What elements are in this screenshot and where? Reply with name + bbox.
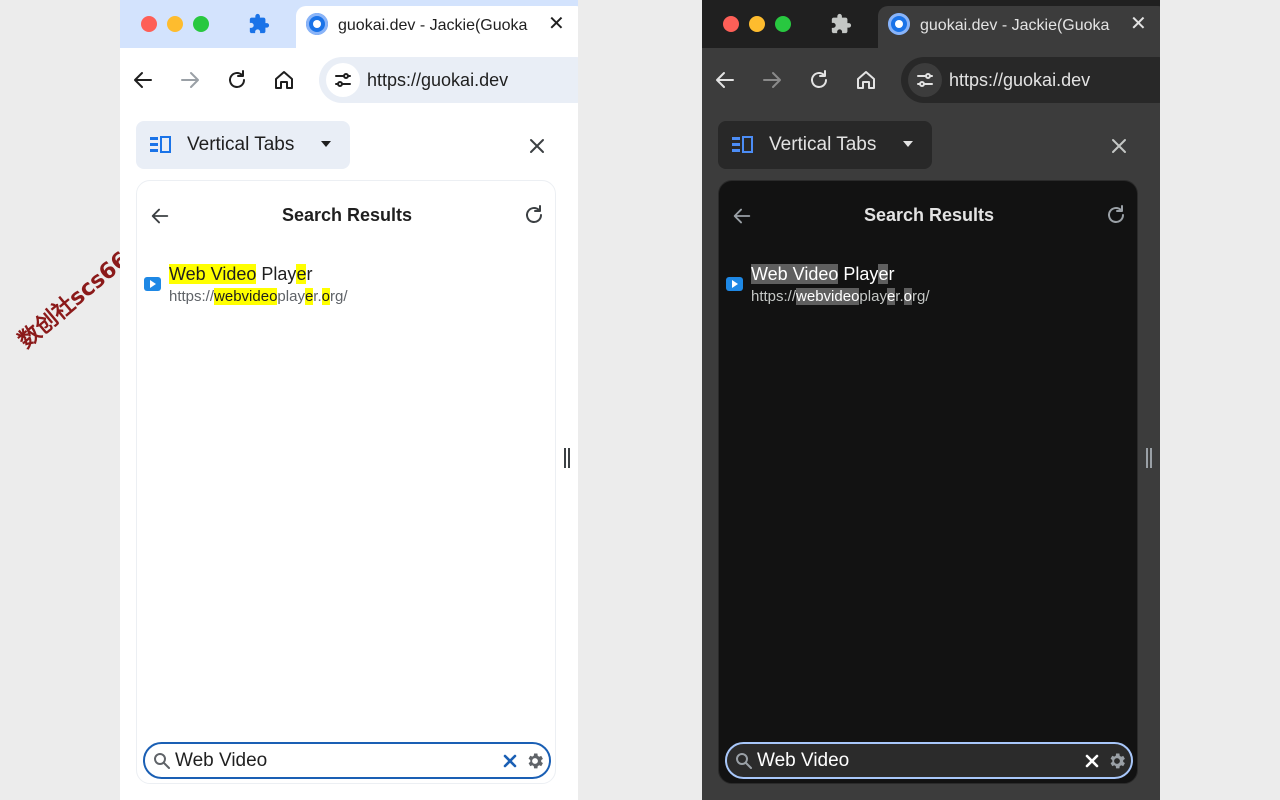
clear-search-icon[interactable]: [1085, 754, 1099, 768]
home-icon[interactable]: [272, 68, 296, 92]
side-panel-selector[interactable]: Vertical Tabs: [136, 121, 350, 169]
tab-guokai[interactable]: guokai.dev - Jackie(Guokai Han) ✕: [296, 6, 578, 48]
result-title: Web Video Player: [169, 264, 313, 284]
tab-strip: guokai.dev - Jackie(Guokai Han) ✕: [702, 0, 1160, 48]
vertical-tabs-icon: [732, 135, 754, 160]
minimize-window-button[interactable]: [749, 16, 765, 32]
side-panel-label: Vertical Tabs: [769, 134, 877, 155]
chevron-down-icon: [321, 141, 331, 147]
url-text: https://guokai.dev: [949, 70, 1091, 90]
panel-resize-handle[interactable]: [1145, 448, 1153, 470]
forward-arrow-icon[interactable]: [178, 68, 202, 92]
light-browser-window: guokai.dev - Jackie(Guokai Han) ✕ https:…: [120, 0, 578, 800]
site-info-tune-icon[interactable]: [326, 63, 360, 97]
search-results-card: Search Results Web Video Player https://…: [136, 180, 556, 784]
chevron-down-icon: [903, 141, 913, 147]
close-panel-icon[interactable]: [1109, 136, 1129, 156]
vertical-tabs-icon: [150, 135, 172, 160]
search-results-card: Search Results Web Video Player https://…: [718, 180, 1138, 784]
close-panel-icon[interactable]: [527, 136, 547, 156]
search-input[interactable]: [757, 749, 1047, 773]
forward-arrow-icon[interactable]: [760, 68, 784, 92]
watermark: 数创社scs66: [13, 247, 135, 354]
tab-title: guokai.dev - Jackie(Guokai Han): [920, 17, 1110, 34]
close-tab-icon[interactable]: ✕: [1130, 13, 1147, 35]
back-arrow-icon[interactable]: [131, 68, 155, 92]
home-icon[interactable]: [854, 68, 878, 92]
site-info-tune-icon[interactable]: [908, 63, 942, 97]
search-result-item[interactable]: Web Video Player https://webvideoplayer.…: [144, 261, 544, 311]
site-favicon-icon: [888, 13, 910, 35]
search-input[interactable]: [175, 749, 465, 773]
maximize-window-button[interactable]: [775, 16, 791, 32]
refresh-icon[interactable]: [522, 203, 546, 227]
reload-icon[interactable]: [807, 68, 831, 92]
tab-strip: guokai.dev - Jackie(Guokai Han) ✕: [120, 0, 578, 48]
search-icon: [153, 752, 171, 770]
address-bar[interactable]: https://guokai.dev: [901, 57, 1160, 103]
tab-title: guokai.dev - Jackie(Guokai Han): [338, 17, 528, 34]
panel-resize-handle[interactable]: [563, 448, 571, 470]
close-window-button[interactable]: [723, 16, 739, 32]
close-tab-icon[interactable]: ✕: [548, 13, 565, 35]
extensions-puzzle-icon[interactable]: [830, 13, 852, 35]
result-url: https://webvideoplayer.org/: [751, 288, 930, 305]
side-panel-selector[interactable]: Vertical Tabs: [718, 121, 932, 169]
extensions-puzzle-icon[interactable]: [248, 13, 270, 35]
video-player-favicon-icon: [726, 277, 743, 291]
address-bar[interactable]: https://guokai.dev: [319, 57, 578, 103]
refresh-icon[interactable]: [1104, 203, 1128, 227]
page-title: Search Results: [863, 205, 995, 225]
tab-guokai[interactable]: guokai.dev - Jackie(Guokai Han) ✕: [878, 6, 1160, 48]
site-favicon-icon: [306, 13, 328, 35]
side-panel-label: Vertical Tabs: [187, 134, 295, 155]
gear-icon[interactable]: [1107, 751, 1127, 771]
video-player-favicon-icon: [144, 277, 161, 291]
search-box: [725, 742, 1133, 779]
search-result-item[interactable]: Web Video Player https://webvideoplayer.…: [726, 261, 1126, 311]
minimize-window-button[interactable]: [167, 16, 183, 32]
gear-icon[interactable]: [525, 751, 545, 771]
page-title: Search Results: [281, 205, 413, 225]
search-box: [143, 742, 551, 779]
back-arrow-icon[interactable]: [713, 68, 737, 92]
close-window-button[interactable]: [141, 16, 157, 32]
result-title: Web Video Player: [751, 264, 895, 284]
url-text: https://guokai.dev: [367, 70, 509, 90]
clear-search-icon[interactable]: [503, 754, 517, 768]
result-url: https://webvideoplayer.org/: [169, 288, 348, 305]
reload-icon[interactable]: [225, 68, 249, 92]
maximize-window-button[interactable]: [193, 16, 209, 32]
dark-browser-window: guokai.dev - Jackie(Guokai Han) ✕ https:…: [702, 0, 1160, 800]
search-icon: [735, 752, 753, 770]
